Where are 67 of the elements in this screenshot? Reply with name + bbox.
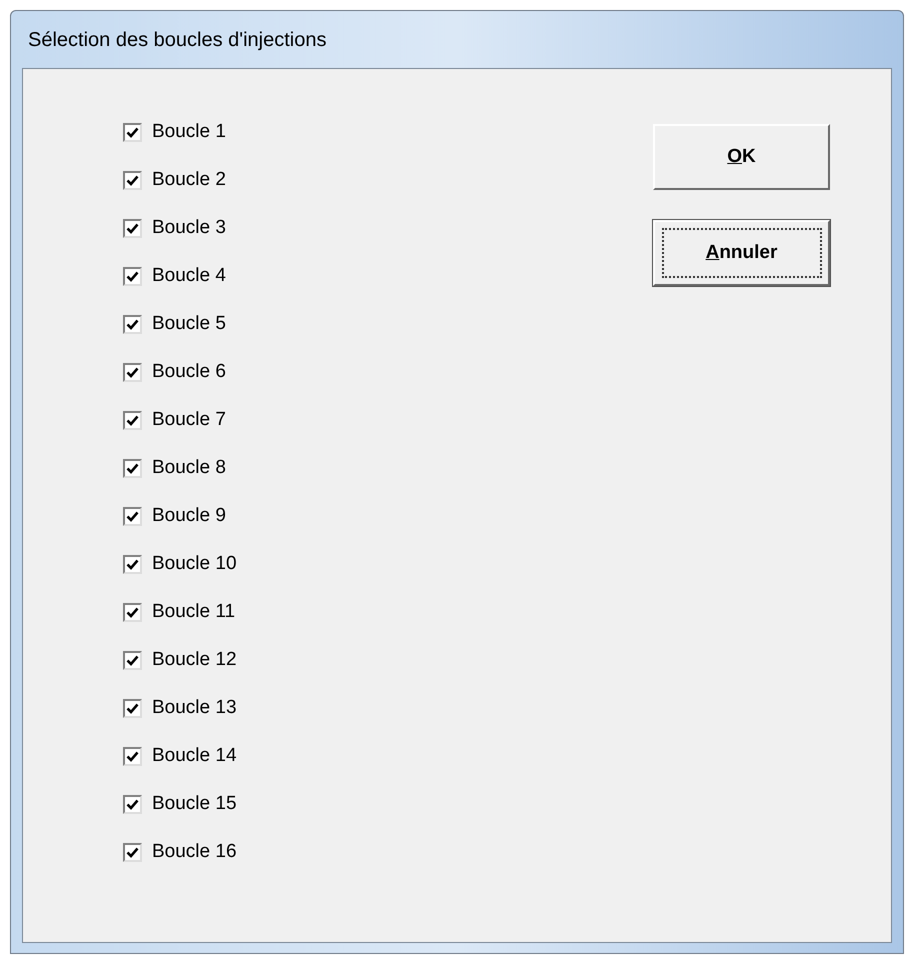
checkbox[interactable] xyxy=(123,122,142,142)
checkbox-label: Boucle 8 xyxy=(152,456,226,480)
loop-checkbox[interactable]: Boucle 13 xyxy=(123,695,653,721)
checkbox-label: Boucle 12 xyxy=(152,648,237,672)
check-icon xyxy=(126,222,139,234)
checkbox[interactable] xyxy=(123,170,142,190)
checkbox-label: Boucle 5 xyxy=(152,312,226,336)
check-icon xyxy=(126,126,139,138)
loop-checkbox[interactable]: Boucle 3 xyxy=(123,215,653,241)
checkbox[interactable] xyxy=(123,314,142,334)
check-icon xyxy=(126,174,139,186)
checkbox[interactable] xyxy=(123,650,142,670)
dialog-button[interactable]: OK xyxy=(653,124,830,190)
checkbox[interactable] xyxy=(123,698,142,718)
loop-checkbox[interactable]: Boucle 12 xyxy=(123,647,653,673)
check-icon xyxy=(126,318,139,330)
check-icon xyxy=(126,702,139,714)
loop-checkbox[interactable]: Boucle 11 xyxy=(123,599,653,625)
loop-checkbox[interactable]: Boucle 6 xyxy=(123,359,653,385)
loop-checkbox[interactable]: Boucle 9 xyxy=(123,503,653,529)
checkbox[interactable] xyxy=(123,410,142,430)
loop-checkbox[interactable]: Boucle 10 xyxy=(123,551,653,577)
loop-checkbox[interactable]: Boucle 14 xyxy=(123,743,653,769)
loop-checkbox[interactable]: Boucle 4 xyxy=(123,263,653,289)
check-icon xyxy=(126,606,139,618)
check-icon xyxy=(126,798,139,810)
checkbox[interactable] xyxy=(123,266,142,286)
checkbox[interactable] xyxy=(123,554,142,574)
checkbox-label: Boucle 2 xyxy=(152,168,226,192)
check-icon xyxy=(126,654,139,666)
checkbox-label: Boucle 15 xyxy=(152,792,237,816)
check-icon xyxy=(126,510,139,522)
check-icon xyxy=(126,558,139,570)
window-title: Sélection des boucles d'injections xyxy=(27,28,328,52)
checkbox[interactable] xyxy=(123,362,142,382)
checkbox-label: Boucle 7 xyxy=(152,408,226,432)
checkbox-label: Boucle 14 xyxy=(152,744,237,768)
loop-checkbox[interactable]: Boucle 5 xyxy=(123,311,653,337)
checkbox-label: Boucle 9 xyxy=(152,504,226,528)
checkbox-label: Boucle 10 xyxy=(152,552,237,576)
checkbox[interactable] xyxy=(123,458,142,478)
checkbox[interactable] xyxy=(123,842,142,862)
check-icon xyxy=(126,270,139,282)
check-icon xyxy=(126,366,139,378)
check-icon xyxy=(126,846,139,858)
dialog-button[interactable]: Annuler xyxy=(653,220,830,286)
check-icon xyxy=(126,750,139,762)
checkbox[interactable] xyxy=(123,794,142,814)
check-icon xyxy=(126,462,139,474)
loop-checkbox[interactable]: Boucle 16 xyxy=(123,839,653,865)
checkbox-label: Boucle 3 xyxy=(152,216,226,240)
checkbox-label: Boucle 1 xyxy=(152,120,226,144)
checkbox[interactable] xyxy=(123,218,142,238)
checkbox[interactable] xyxy=(123,602,142,622)
checkbox-label: Boucle 11 xyxy=(152,600,236,624)
checkbox-label: Boucle 13 xyxy=(152,696,237,720)
checkbox-label: Boucle 6 xyxy=(152,360,226,384)
loop-checkbox[interactable]: Boucle 7 xyxy=(123,407,653,433)
checkbox[interactable] xyxy=(123,746,142,766)
checkbox-label: Boucle 16 xyxy=(152,840,237,864)
loop-checkbox[interactable]: Boucle 8 xyxy=(123,455,653,481)
loop-checkbox[interactable]: Boucle 1 xyxy=(123,119,653,145)
check-icon xyxy=(126,414,139,426)
checkbox[interactable] xyxy=(123,506,142,526)
checkbox-label: Boucle 4 xyxy=(152,264,226,288)
loop-checkbox[interactable]: Boucle 2 xyxy=(123,167,653,193)
loop-checkbox[interactable]: Boucle 15 xyxy=(123,791,653,817)
